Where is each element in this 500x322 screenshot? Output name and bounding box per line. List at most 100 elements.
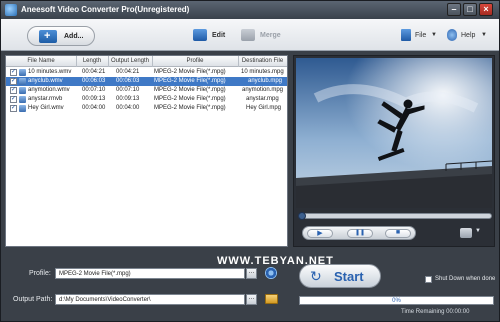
- length-cell: 00:04:00: [82, 105, 106, 111]
- file-menu-label: File: [415, 32, 427, 39]
- stop-button[interactable]: ■: [385, 229, 411, 238]
- file-row[interactable]: Hey Girl.wmv 00:04:00 00:04:00 MPEG-2 Mo…: [6, 104, 287, 113]
- close-button[interactable]: ×: [479, 3, 493, 16]
- profile-field[interactable]: MPEG-2 Movie File(*.mpg): [55, 268, 245, 279]
- file-row[interactable]: anymotion.wmv 00:07:10 00:07:10 MPEG-2 M…: [6, 86, 287, 95]
- length-cell: 00:09:13: [82, 96, 106, 102]
- window-title: Aneesoft Video Converter Pro(Unregistere…: [21, 5, 190, 14]
- shutdown-checkbox[interactable]: [425, 276, 432, 283]
- seek-handle[interactable]: [298, 212, 306, 220]
- toolbar: Add... Edit Merge File ▼ Help ▼: [1, 19, 499, 51]
- profile-cell: MPEG-2 Movie File(*.mpg): [154, 87, 226, 93]
- profile-cell: MPEG-2 Movie File(*.mpg): [154, 78, 226, 84]
- file-list-header: File Name Length Output Length Profile D…: [6, 56, 287, 67]
- convert-icon: ↻: [310, 268, 322, 284]
- snapshot-camera-icon[interactable]: [460, 228, 472, 238]
- output-length-cell: 00:09:13: [116, 96, 140, 102]
- merge-icon: [241, 29, 255, 41]
- play-icon: ▶: [317, 230, 323, 237]
- file-name-cell: Hey Girl.wmv: [28, 105, 64, 111]
- row-checkbox[interactable]: [10, 95, 17, 103]
- progress-percent: 0%: [392, 298, 401, 304]
- conversion-progress-bar: 0%: [299, 296, 494, 305]
- video-file-icon: [19, 78, 26, 85]
- output-length-cell: 00:04:21: [116, 69, 140, 75]
- length-cell: 00:04:21: [82, 69, 106, 75]
- row-checkbox[interactable]: [10, 104, 17, 112]
- output-path-label: Output Path:: [13, 296, 53, 303]
- play-button[interactable]: ▶: [307, 229, 333, 238]
- profile-settings-icon[interactable]: [265, 267, 277, 279]
- merge-button[interactable]: Merge: [241, 29, 285, 43]
- output-length-cell: 00:07:10: [116, 87, 140, 93]
- skateboarder-frame: [296, 58, 492, 208]
- output-length-cell: 00:04:00: [116, 105, 140, 111]
- column-header-destination[interactable]: Destination File: [238, 58, 287, 64]
- pause-icon: ❚❚: [354, 230, 366, 236]
- snapshot-chevron-down-icon[interactable]: ▼: [475, 228, 481, 234]
- title-bar: Aneesoft Video Converter Pro(Unregistere…: [1, 1, 499, 19]
- column-header-profile[interactable]: Profile: [152, 58, 238, 64]
- file-name-cell: anyclub.wmv: [28, 78, 63, 84]
- destination-cell: 10 minutes.mpg: [241, 69, 284, 75]
- help-menu[interactable]: Help ▼: [447, 29, 491, 43]
- playback-controls: ▶ ❚❚ ■: [302, 226, 416, 240]
- file-row[interactable]: 10 minutes.wmv 00:04:21 00:04:21 MPEG-2 …: [6, 68, 287, 77]
- profile-browse-button[interactable]: ...: [246, 268, 257, 279]
- row-checkbox[interactable]: [10, 68, 17, 76]
- merge-label: Merge: [260, 32, 281, 39]
- profile-label: Profile:: [29, 270, 51, 277]
- file-list: File Name Length Output Length Profile D…: [5, 55, 288, 247]
- file-name-cell: anymotion.wmv: [28, 87, 70, 93]
- edit-label: Edit: [212, 32, 226, 39]
- column-header-output-length[interactable]: Output Length: [108, 58, 152, 64]
- row-checkbox[interactable]: [10, 86, 17, 94]
- add-files-button[interactable]: Add...: [27, 26, 95, 46]
- edit-button[interactable]: Edit: [193, 29, 233, 43]
- output-path-browse-button[interactable]: ...: [246, 294, 257, 305]
- preview-panel: ▶ ❚❚ ■ ▼: [293, 55, 495, 247]
- video-file-icon: [19, 96, 26, 103]
- column-header-file-name[interactable]: File Name: [6, 58, 76, 64]
- time-remaining: Time Remaining 00:00:00: [401, 309, 470, 315]
- destination-cell: Hey Girl.mpg: [246, 105, 282, 111]
- destination-cell: anystar.mpg: [246, 96, 279, 102]
- stop-icon: ■: [395, 229, 401, 236]
- seek-bar[interactable]: [298, 212, 492, 220]
- output-path-field[interactable]: d:\My Documents\VideoConverter\: [55, 294, 245, 305]
- open-folder-icon[interactable]: [265, 294, 278, 304]
- destination-cell: anyclub.mpg: [248, 78, 283, 84]
- start-button[interactable]: ↻ Start: [299, 264, 381, 288]
- shutdown-label: Shut Down when done: [435, 276, 496, 282]
- profile-cell: MPEG-2 Movie File(*.mpg): [154, 69, 226, 75]
- add-video-icon: [39, 30, 57, 43]
- pause-button[interactable]: ❚❚: [347, 229, 373, 238]
- minimize-button[interactable]: –: [447, 3, 461, 16]
- file-name-cell: 10 minutes.wmv: [28, 69, 72, 75]
- file-row-selected[interactable]: anyclub.wmv 00:06:03 00:06:03 MPEG-2 Mov…: [6, 77, 287, 86]
- row-checkbox[interactable]: [10, 77, 17, 85]
- file-menu[interactable]: File ▼: [401, 29, 439, 43]
- app-logo-icon: [5, 4, 17, 16]
- app-window: Aneesoft Video Converter Pro(Unregistere…: [0, 0, 500, 322]
- edit-icon: [193, 29, 207, 41]
- profile-cell: MPEG-2 Movie File(*.mpg): [154, 105, 226, 111]
- help-menu-label: Help: [461, 32, 476, 39]
- video-preview: [296, 58, 492, 208]
- destination-cell: anymotion.mpg: [242, 87, 284, 93]
- help-icon: [447, 29, 457, 41]
- profile-cell: MPEG-2 Movie File(*.mpg): [154, 96, 226, 102]
- video-file-icon: [19, 105, 26, 112]
- column-header-length[interactable]: Length: [76, 58, 108, 64]
- length-cell: 00:07:10: [82, 87, 106, 93]
- maximize-button[interactable]: □: [463, 3, 477, 16]
- file-menu-icon: [401, 29, 411, 41]
- length-cell: 00:06:03: [82, 78, 106, 84]
- video-file-icon: [19, 69, 26, 76]
- output-length-cell: 00:06:03: [116, 78, 140, 84]
- file-menu-chevron-down-icon: ▼: [431, 32, 437, 38]
- start-label: Start: [334, 269, 364, 284]
- help-menu-chevron-down-icon: ▼: [481, 32, 487, 38]
- video-file-icon: [19, 87, 26, 94]
- file-row[interactable]: anystar.rmvb 00:09:13 00:09:13 MPEG-2 Mo…: [6, 95, 287, 104]
